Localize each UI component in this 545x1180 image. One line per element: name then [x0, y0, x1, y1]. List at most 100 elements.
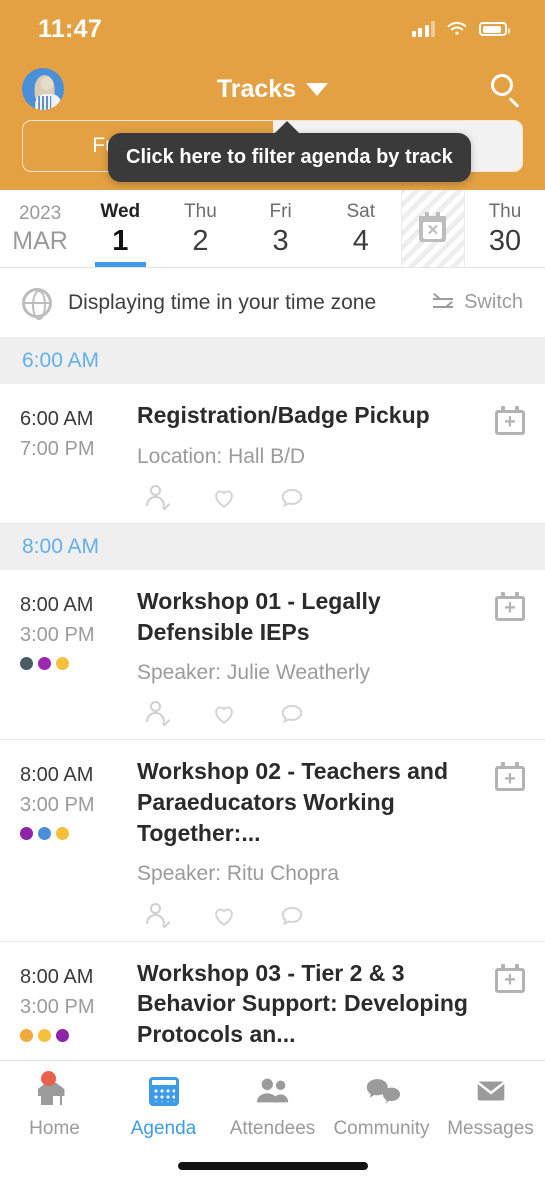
date-year: 2023: [18, 203, 62, 225]
track-dot: [20, 1028, 33, 1042]
track-color-dots: [20, 1028, 116, 1042]
tab-label: Messages: [447, 1118, 534, 1139]
session-details: Workshop 02 - Teachers and Paraeducators…: [124, 756, 487, 928]
timezone-switch-label: Switch: [464, 291, 523, 313]
session-speaker: Speaker: Ritu Chopra: [137, 862, 339, 886]
session-start-time: 6:00 AM: [20, 408, 94, 430]
tab-label: Home: [29, 1118, 80, 1139]
date-strip[interactable]: 2023 MAR Wed 1 Thu 2 Fri 3 Sat 4 ✕ Thu 3…: [0, 190, 545, 268]
tracks-dropdown[interactable]: Tracks: [0, 75, 545, 104]
rsvp-person-icon[interactable]: [143, 902, 171, 929]
session-title[interactable]: Workshop 01 - Legally Defensible IEPs: [137, 586, 487, 647]
wifi-icon: [446, 21, 468, 37]
date-tab-thu-2[interactable]: Thu 2: [160, 190, 240, 267]
tab-agenda[interactable]: Agenda: [109, 1075, 218, 1140]
session-time-block: 8:00 AM 3:00 PM: [20, 958, 116, 1061]
session-time-block: 6:00 AM 7:00 PM: [20, 400, 116, 511]
session-details: Registration/Badge Pickup Location: Hall…: [124, 400, 487, 511]
nav-row: Tracks: [0, 58, 545, 120]
rsvp-person-icon[interactable]: [143, 484, 171, 511]
tab-home[interactable]: Home: [0, 1071, 109, 1140]
track-dot: [20, 827, 33, 841]
session-title[interactable]: Workshop 03 - Tier 2 & 3 Behavior Suppor…: [137, 958, 487, 1050]
timezone-bar: Displaying time in your time zone Switch: [0, 268, 545, 338]
globe-clock-icon: [22, 287, 52, 320]
track-dot: [56, 1028, 69, 1042]
date-month-label: 2023 MAR: [0, 190, 80, 267]
track-color-dots: [20, 656, 116, 670]
session-row-registration[interactable]: 6:00 AM 7:00 PM Registration/Badge Picku…: [0, 384, 545, 524]
track-dot: [56, 827, 69, 841]
home-icon: [36, 1071, 74, 1109]
time-section-header: 8:00 AM: [0, 523, 545, 570]
session-location: Location: Hall B/D: [137, 444, 306, 468]
cellular-signal-icon: [411, 21, 435, 37]
session-row-workshop-01[interactable]: 8:00 AM 3:00 PM Workshop 01 - Legally De…: [0, 570, 545, 741]
agenda-list[interactable]: 6:00 AM 6:00 AM 7:00 PM Registration/Bad…: [0, 338, 545, 1060]
battery-icon: [479, 22, 510, 36]
favorite-heart-icon[interactable]: [211, 485, 237, 511]
notification-badge: [40, 1071, 56, 1086]
avatar[interactable]: [22, 68, 64, 110]
session-end-time: 7:00 PM: [20, 438, 95, 460]
calendar-add-icon[interactable]: +: [495, 406, 525, 435]
time-section-header: 6:00 AM: [0, 338, 545, 384]
chevron-down-icon: [306, 82, 329, 96]
session-speaker: Speaker: Julie Weatherly: [137, 661, 371, 685]
app-screen: 11:47 Tracks Full Agenda My: [0, 0, 545, 1180]
session-start-time: 8:00 AM: [20, 593, 94, 616]
favorite-heart-icon[interactable]: [211, 701, 237, 727]
session-end-time: 3:00 PM: [20, 623, 95, 646]
session-row-workshop-03[interactable]: 8:00 AM 3:00 PM Workshop 03 - Tier 2 & 3…: [0, 942, 545, 1061]
status-bar: 11:47: [0, 0, 545, 58]
date-tab-fri-3[interactable]: Fri 3: [241, 190, 321, 267]
session-row-workshop-02[interactable]: 8:00 AM 3:00 PM Workshop 02 - Teachers a…: [0, 740, 545, 942]
favorite-heart-icon[interactable]: [211, 903, 237, 929]
tab-label: Agenda: [130, 1118, 197, 1139]
timezone-text: Displaying time in your time zone: [68, 290, 377, 314]
search-icon[interactable]: [489, 72, 523, 108]
calendar-add-icon[interactable]: +: [495, 591, 525, 621]
track-dot: [38, 827, 51, 841]
agenda-calendar-icon: [145, 1075, 183, 1109]
comment-bubble-icon[interactable]: [279, 701, 305, 727]
session-start-time: 8:00 AM: [20, 764, 94, 787]
track-dot: [20, 656, 33, 670]
calendar-add-icon[interactable]: +: [495, 762, 525, 792]
status-bar-time: 11:47: [38, 14, 103, 43]
session-start-time: 8:00 AM: [20, 965, 94, 988]
calendar-add-icon[interactable]: +: [495, 963, 525, 993]
tab-community[interactable]: Community: [327, 1075, 436, 1140]
date-tab-sat-4[interactable]: Sat 4: [321, 190, 401, 267]
chat-bubbles-icon: [363, 1075, 401, 1109]
session-time-block: 8:00 AM 3:00 PM: [20, 756, 116, 928]
page-title: Tracks: [216, 74, 297, 103]
tab-attendees[interactable]: Attendees: [218, 1075, 327, 1140]
session-details: Workshop 01 - Legally Defensible IEPs Sp…: [124, 586, 487, 728]
tab-messages[interactable]: Messages: [436, 1075, 545, 1140]
status-bar-icons: [411, 21, 510, 37]
tracks-tooltip[interactable]: Click here to filter agenda by track: [108, 121, 471, 182]
session-title[interactable]: Workshop 02 - Teachers and Paraeducators…: [137, 756, 487, 848]
tab-label: Attendees: [229, 1118, 316, 1139]
timezone-switch-button[interactable]: Switch: [433, 291, 523, 314]
session-actions: [137, 902, 487, 929]
tab-label: Community: [333, 1118, 430, 1139]
home-indicator: [177, 1162, 368, 1170]
comment-bubble-icon[interactable]: [279, 485, 305, 511]
app-header: 11:47 Tracks Full Agenda My: [0, 0, 545, 190]
swap-arrows-icon: [433, 295, 455, 311]
session-end-time: 3:00 PM: [20, 995, 95, 1018]
session-end-time: 3:00 PM: [20, 794, 95, 817]
date-tab-wed-1[interactable]: Wed 1: [80, 190, 160, 267]
rsvp-person-icon[interactable]: [143, 701, 171, 727]
people-icon: [254, 1075, 292, 1109]
track-color-dots: [20, 827, 116, 841]
session-title[interactable]: Registration/Badge Pickup: [137, 400, 487, 431]
track-dot: [38, 1028, 51, 1042]
date-tab-thu-30[interactable]: Thu 30: [465, 190, 545, 267]
calendar-x-icon[interactable]: ✕: [400, 190, 465, 267]
session-actions: [137, 484, 487, 511]
bottom-tab-bar[interactable]: Home Agenda Attendees Community Messages: [0, 1060, 545, 1180]
comment-bubble-icon[interactable]: [279, 903, 305, 929]
